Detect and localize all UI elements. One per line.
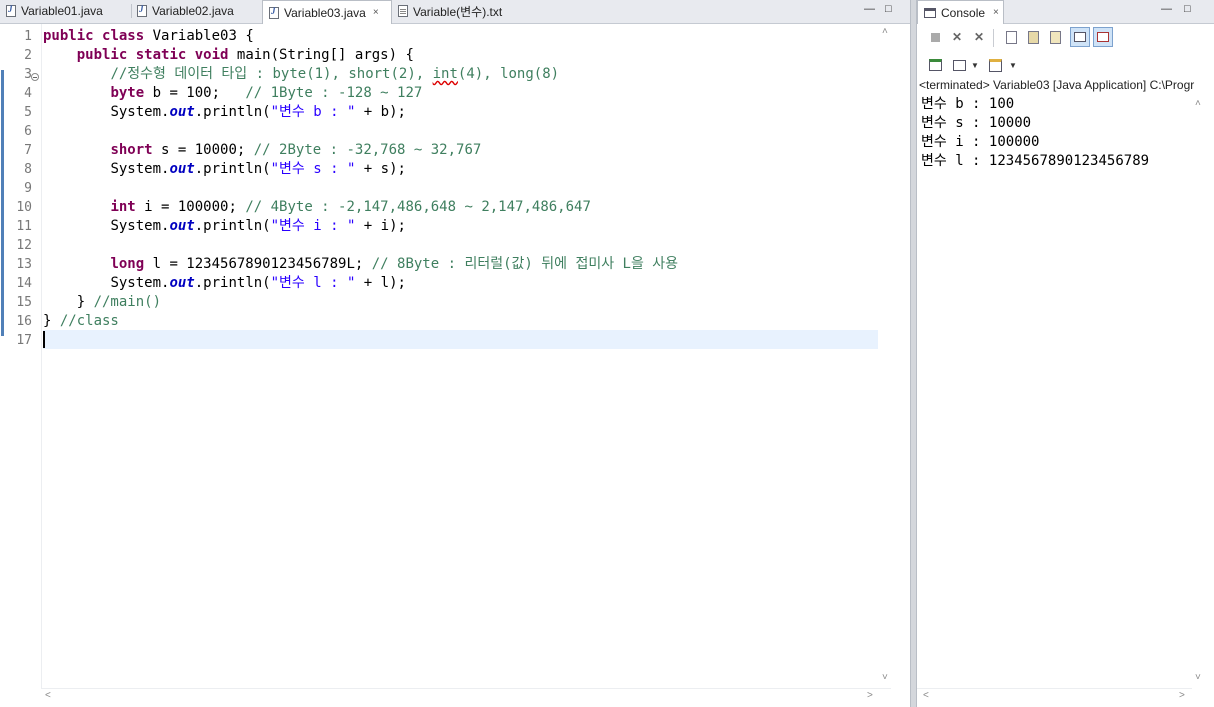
- editor-vertical-scrollbar[interactable]: ˄ ˅: [878, 24, 894, 689]
- line-number: 13: [16, 257, 32, 272]
- editor-horizontal-scrollbar[interactable]: ˂ ˃: [41, 688, 891, 706]
- console-tab-label: Console: [941, 5, 986, 20]
- display-selected-console-icon[interactable]: [951, 57, 967, 73]
- console-vertical-scrollbar[interactable]: ˄ ˅: [1191, 96, 1207, 688]
- console-output-line: 변수 b : 100: [921, 96, 1015, 112]
- line-number: 12: [16, 238, 32, 253]
- tab-label: Variable02.java: [152, 4, 234, 18]
- console-output-line: 변수 l : 1234567890123456789: [921, 153, 1150, 169]
- minimize-icon[interactable]: —: [1161, 3, 1172, 15]
- code-editor-area[interactable]: public class Variable03 { public static …: [43, 24, 878, 689]
- code-line-13: long l = 1234567890123456789L; // 8Byte …: [110, 256, 679, 272]
- tab-label: Variable01.java: [21, 4, 103, 18]
- scroll-down-icon[interactable]: ˅: [1195, 672, 1201, 683]
- change-ruler-marker: [1, 70, 4, 336]
- code-line-2: public static void main(String[] args) {: [76, 47, 414, 63]
- code-line-8: System.out.println("변수 s : " + s);: [110, 161, 406, 177]
- editor-panel: Variable01.java Variable02.java Variable…: [0, 0, 911, 707]
- word-wrap-icon[interactable]: [1047, 29, 1063, 45]
- close-console-icon[interactable]: ×: [993, 7, 999, 18]
- line-number-gutter: 1 2 3 4 5 6 7 8 9 10 11 12 13 14 15 16 1…: [0, 24, 42, 689]
- show-on-stderr-icon[interactable]: [1093, 27, 1113, 47]
- tab-variable-txt[interactable]: Variable(변수).txt: [392, 0, 522, 22]
- scroll-right-icon[interactable]: ˃: [1179, 690, 1185, 701]
- console-toolbar: ✕ ✕ ▼ ▼: [917, 24, 1214, 76]
- tab-console[interactable]: Console ×: [917, 0, 1004, 24]
- console-tab-bar: Console × — □: [917, 0, 1214, 24]
- editor-tab-bar: Variable01.java Variable02.java Variable…: [0, 0, 910, 24]
- scroll-up-icon[interactable]: ˄: [882, 26, 888, 37]
- line-number: 17: [16, 333, 32, 348]
- line-number: 8: [24, 162, 32, 177]
- maximize-icon[interactable]: □: [885, 3, 892, 15]
- remove-all-terminated-icon[interactable]: ✕: [971, 29, 987, 45]
- console-panel: Console × — □ ✕ ✕ ▼ ▼ <terminated> Varia…: [916, 0, 1214, 707]
- code-line-11: System.out.println("변수 i : " + i);: [110, 218, 406, 234]
- text-caret: [43, 331, 45, 348]
- scroll-left-icon[interactable]: ˂: [923, 690, 929, 701]
- close-tab-icon[interactable]: ×: [373, 7, 379, 18]
- code-line-14: System.out.println("변수 l : " + l);: [110, 275, 406, 291]
- code-line-5: System.out.println("변수 b : " + b);: [110, 104, 406, 120]
- line-number: 6: [24, 124, 32, 139]
- java-file-icon: [269, 6, 279, 19]
- line-number: 2: [24, 48, 32, 63]
- tab-variable02[interactable]: Variable02.java: [131, 0, 255, 22]
- code-line-3: //정수형 데이터 타입 : byte(1), short(2), int(4)…: [110, 66, 560, 82]
- console-output-line: 변수 i : 100000: [921, 134, 1040, 150]
- code-line-16: } //class: [43, 313, 119, 329]
- code-line-1: public class Variable03 {: [43, 28, 254, 44]
- clear-console-icon[interactable]: [1003, 29, 1019, 45]
- scroll-down-icon[interactable]: ˅: [882, 672, 888, 683]
- code-line-10: int i = 100000; // 4Byte : -2,147,486,64…: [110, 199, 591, 215]
- tab-variable01[interactable]: Variable01.java: [0, 0, 124, 22]
- console-launch-status: <terminated> Variable03 [Java Applicatio…: [919, 78, 1195, 92]
- dropdown-arrow-icon[interactable]: ▼: [1005, 57, 1021, 73]
- console-output-line: 변수 s : 10000: [921, 115, 1032, 131]
- java-file-icon: [6, 4, 16, 17]
- tab-label: Variable(변수).txt: [413, 4, 503, 19]
- current-line-highlight: [43, 330, 878, 349]
- line-number: 5: [24, 105, 32, 120]
- line-number: 1: [24, 29, 32, 44]
- pin-console-icon[interactable]: [927, 57, 943, 73]
- text-file-icon: [398, 5, 408, 17]
- line-number: 16: [16, 314, 32, 329]
- show-on-stdout-icon[interactable]: [1070, 27, 1090, 47]
- line-number: 9: [24, 181, 32, 196]
- java-file-icon: [137, 4, 147, 17]
- line-number: 4: [24, 86, 32, 101]
- fold-collapse-icon[interactable]: [31, 73, 39, 81]
- line-number: 14: [16, 276, 32, 291]
- scroll-lock-icon[interactable]: [1025, 29, 1041, 45]
- line-number: 11: [16, 219, 32, 234]
- code-line-7: short s = 10000; // 2Byte : -32,768 ~ 32…: [110, 142, 482, 158]
- line-number: 10: [16, 200, 32, 215]
- tab-label: Variable03.java: [284, 5, 366, 20]
- remove-launch-icon[interactable]: ✕: [949, 29, 965, 45]
- scroll-right-icon[interactable]: ˃: [867, 690, 873, 701]
- dropdown-arrow-icon[interactable]: ▼: [967, 57, 983, 73]
- minimize-icon[interactable]: —: [864, 3, 875, 15]
- line-number: 3: [24, 67, 32, 82]
- toolbar-separator: [993, 29, 994, 47]
- scroll-up-icon[interactable]: ˄: [1195, 98, 1201, 109]
- line-number: 7: [24, 143, 32, 158]
- scroll-left-icon[interactable]: ˂: [45, 690, 51, 701]
- console-horizontal-scrollbar[interactable]: ˂ ˃: [917, 688, 1192, 706]
- line-number: 15: [16, 295, 32, 310]
- maximize-icon[interactable]: □: [1184, 3, 1191, 15]
- console-icon: [924, 7, 936, 18]
- code-line-4: byte b = 100; // 1Byte : -128 ~ 127: [110, 85, 423, 101]
- terminate-icon[interactable]: [927, 29, 943, 45]
- tab-variable03[interactable]: Variable03.java ×: [262, 0, 392, 24]
- code-line-15: } //main(): [76, 294, 162, 310]
- open-console-icon[interactable]: [987, 57, 1003, 73]
